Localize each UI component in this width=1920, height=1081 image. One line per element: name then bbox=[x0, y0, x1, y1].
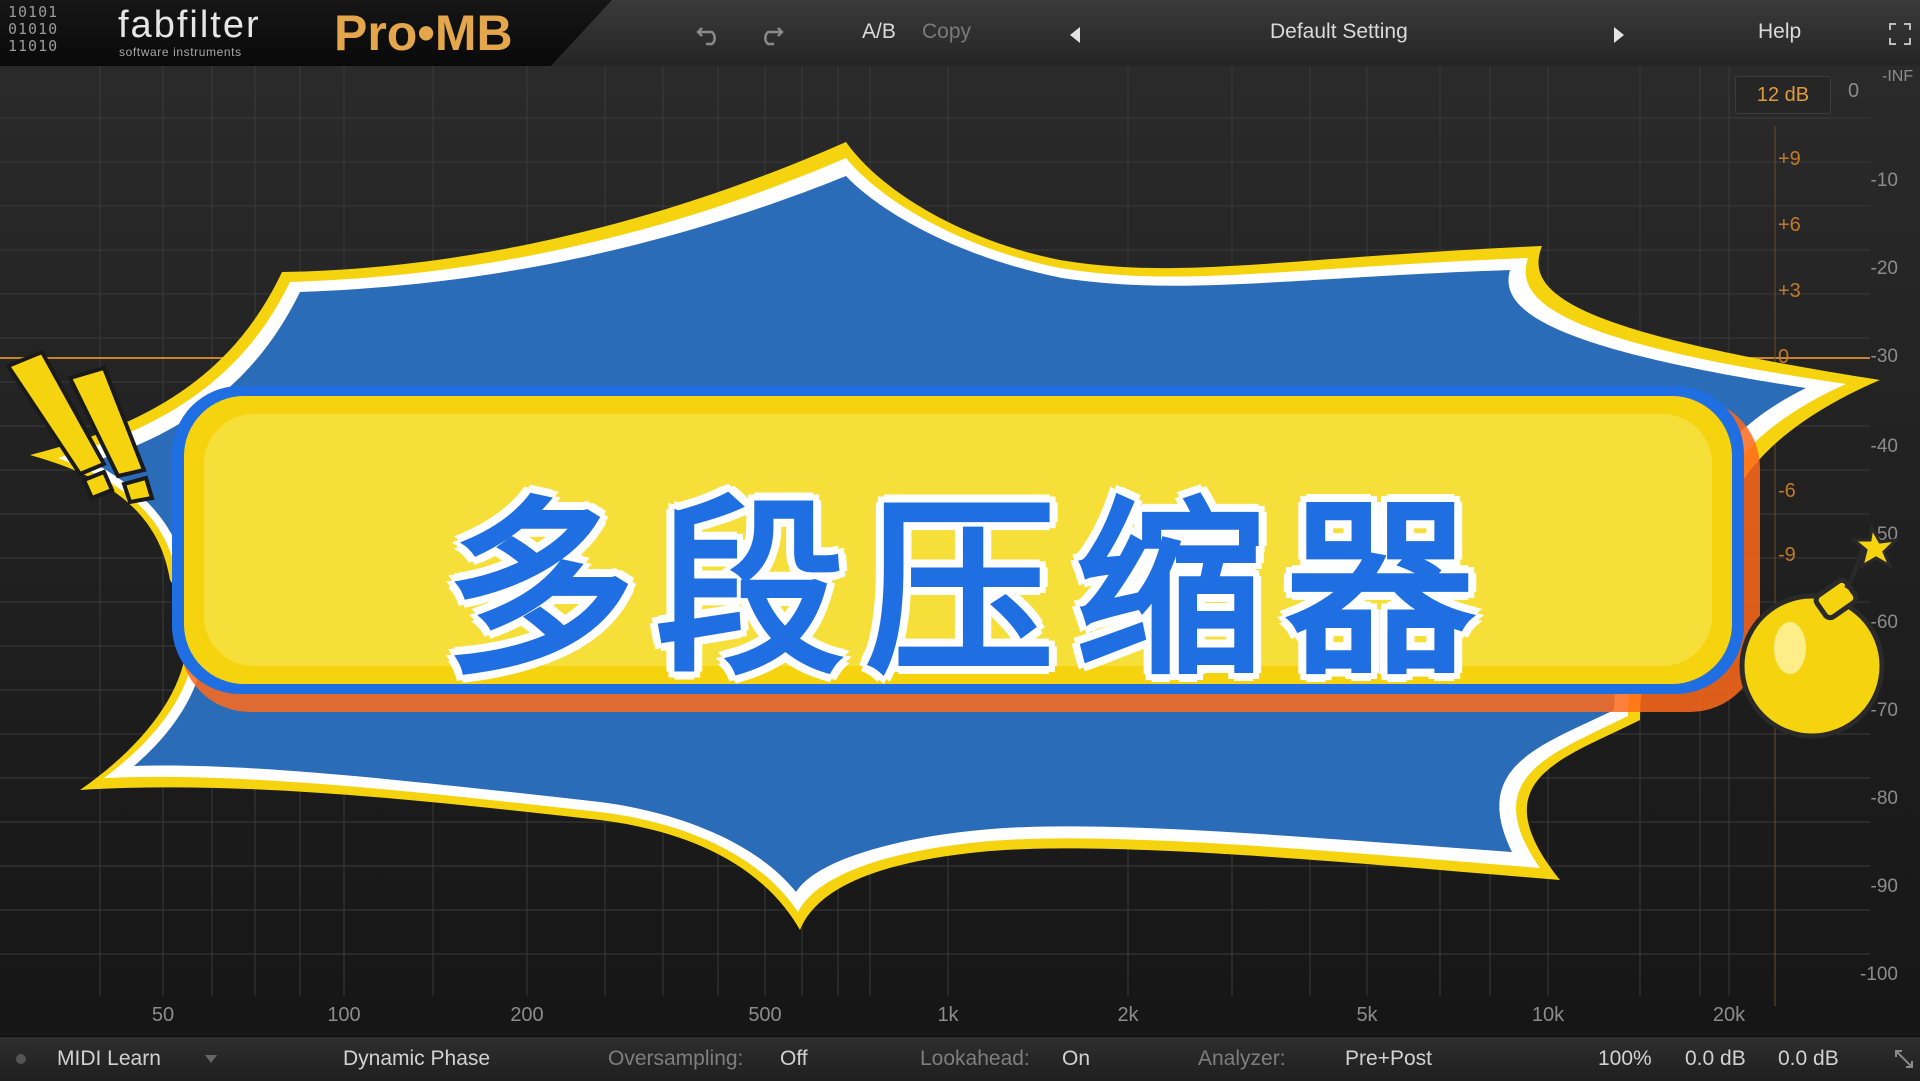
processing-mode-button[interactable]: Dynamic Phase bbox=[343, 1047, 490, 1071]
zoom-value[interactable]: 100% bbox=[1598, 1047, 1652, 1071]
brand-subtitle: software instruments bbox=[119, 45, 242, 59]
product-name: Pro•MB bbox=[334, 5, 513, 61]
lookahead-value[interactable]: On bbox=[1062, 1047, 1090, 1071]
analyzer-label: Analyzer: bbox=[1198, 1047, 1286, 1070]
help-button[interactable]: Help bbox=[1758, 20, 1801, 44]
lookahead-label: Lookahead: bbox=[920, 1047, 1030, 1070]
banner-title: 多段压缩器 bbox=[444, 480, 1495, 701]
oversampling-value[interactable]: Off bbox=[780, 1047, 808, 1071]
spectrum-display[interactable]: 12 dB -INF 0 -10 -20 -30 -40 -50 -60 -70… bbox=[0, 66, 1920, 1036]
oversampling-label: Oversampling: bbox=[608, 1047, 744, 1070]
resize-handle-icon[interactable] bbox=[1894, 1049, 1914, 1069]
preset-next-icon[interactable] bbox=[1612, 26, 1626, 44]
redo-icon[interactable] bbox=[754, 22, 786, 46]
undo-icon[interactable] bbox=[694, 22, 726, 46]
midi-indicator-icon bbox=[16, 1054, 26, 1064]
logo-area: 10101 01010 11010 fabfilter software ins… bbox=[0, 0, 612, 66]
ab-button[interactable]: A/B bbox=[862, 20, 896, 44]
output-gain-value[interactable]: 0.0 dB bbox=[1778, 1047, 1839, 1071]
copy-button[interactable]: Copy bbox=[922, 20, 971, 44]
midi-dropdown-icon[interactable] bbox=[204, 1054, 218, 1064]
analyzer-value[interactable]: Pre+Post bbox=[1345, 1047, 1432, 1071]
brand-name: fabfilter bbox=[118, 4, 261, 46]
preset-prev-icon[interactable] bbox=[1068, 26, 1082, 44]
plugin-header: 10101 01010 11010 fabfilter software ins… bbox=[0, 0, 1920, 67]
bomb-icon bbox=[1739, 523, 1901, 739]
preset-name[interactable]: Default Setting bbox=[1270, 20, 1408, 44]
status-bar: MIDI Learn Dynamic Phase Oversampling: O… bbox=[0, 1036, 1920, 1081]
fullscreen-icon[interactable] bbox=[1888, 22, 1912, 46]
logo-binary-icon: 10101 01010 11010 bbox=[8, 3, 59, 55]
midi-learn-button[interactable]: MIDI Learn bbox=[57, 1047, 161, 1071]
input-gain-value[interactable]: 0.0 dB bbox=[1685, 1047, 1746, 1071]
